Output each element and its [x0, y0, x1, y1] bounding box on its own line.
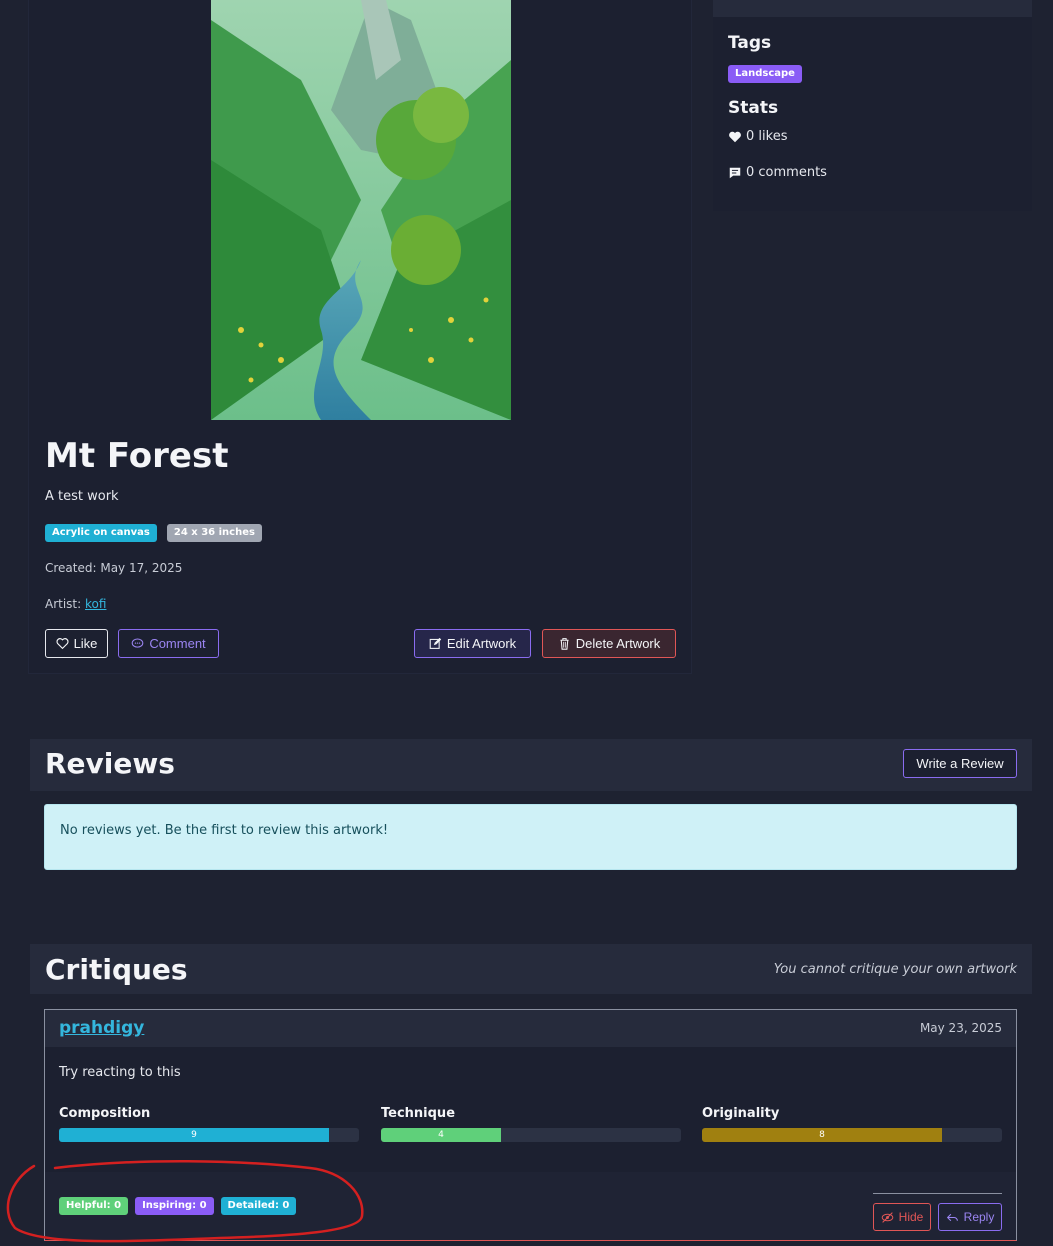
- score-bar: 4: [381, 1128, 681, 1142]
- artwork-image[interactable]: [211, 0, 511, 420]
- edit-label: Edit Artwork: [446, 636, 517, 651]
- eye-slash-icon: [881, 1211, 893, 1223]
- reviews-heading: Reviews: [45, 747, 175, 780]
- edit-artwork-button[interactable]: Edit Artwork: [414, 629, 531, 658]
- artwork-badges: Acrylic on canvas 24 x 36 inches: [45, 524, 262, 542]
- critique-author-link[interactable]: prahdigy: [59, 1018, 144, 1038]
- delete-label: Delete Artwork: [575, 636, 661, 651]
- hide-button[interactable]: Hide: [873, 1203, 931, 1231]
- artist-link[interactable]: kofi: [85, 597, 106, 611]
- sidebar-card: Tags Landscape Stats 0 likes 0 comments: [713, 17, 1032, 211]
- chat-bubble-icon: [132, 638, 144, 648]
- comment-label: Comment: [149, 636, 206, 651]
- likes-count: 0 likes: [746, 129, 788, 144]
- reply-button[interactable]: Reply: [938, 1203, 1002, 1231]
- score-bar: 8: [702, 1128, 1002, 1142]
- created-date: Created: May 17, 2025: [45, 561, 183, 575]
- critique-card: prahdigy May 23, 2025 Try reacting to th…: [44, 1009, 1017, 1241]
- likes-stat: 0 likes: [728, 129, 787, 144]
- score-originality: Originality 8: [702, 1106, 1002, 1142]
- critiques-heading: Critiques: [45, 953, 188, 986]
- tags-heading: Tags: [728, 33, 772, 53]
- trash-icon: [560, 638, 569, 650]
- reaction-badges: Helpful: 0 Inspiring: 0 Detailed: 0: [59, 1197, 297, 1215]
- score-composition: Composition 9: [59, 1106, 359, 1142]
- comment-icon: [729, 167, 741, 178]
- size-badge: 24 x 36 inches: [166, 524, 262, 542]
- sidebar-header-strip: [713, 0, 1032, 17]
- heart-outline-icon: [56, 638, 69, 650]
- delete-artwork-button[interactable]: Delete Artwork: [542, 629, 676, 658]
- artwork-description: A test work: [45, 489, 119, 504]
- artist-line: Artist: kofi: [45, 597, 106, 611]
- artwork-title: Mt Forest: [45, 436, 229, 476]
- pencil-square-icon: [429, 637, 441, 649]
- like-button[interactable]: Like: [45, 629, 108, 658]
- comments-count: 0 comments: [746, 165, 827, 180]
- comment-button[interactable]: Comment: [118, 629, 219, 658]
- artwork-card: Mt Forest A test work Acrylic on canvas …: [28, 0, 692, 674]
- footer-divider: [873, 1193, 1002, 1194]
- like-label: Like: [73, 636, 98, 651]
- artist-label: Artist:: [45, 597, 82, 611]
- score-technique: Technique 4: [381, 1106, 681, 1142]
- helpful-reaction[interactable]: Helpful: 0: [59, 1197, 129, 1215]
- hide-label: Hide: [898, 1210, 924, 1224]
- score-label: Composition: [59, 1106, 151, 1121]
- critique-header: prahdigy May 23, 2025: [45, 1010, 1016, 1047]
- score-label: Technique: [381, 1106, 456, 1121]
- critique-text: Try reacting to this: [59, 1065, 181, 1080]
- reply-arrow-icon: [946, 1213, 958, 1221]
- score-bar: 9: [59, 1128, 359, 1142]
- no-reviews-alert: No reviews yet. Be the first to review t…: [44, 804, 1017, 870]
- critique-date: May 23, 2025: [919, 1021, 1002, 1035]
- stats-heading: Stats: [728, 98, 779, 118]
- critique-footer: Helpful: 0 Inspiring: 0 Detailed: 0 Hide…: [45, 1172, 1016, 1240]
- critiques-header: Critiques You cannot critique your own a…: [30, 944, 1032, 994]
- mountain-forest-painting: [211, 0, 511, 420]
- score-bar-fill: 4: [381, 1128, 501, 1142]
- reviews-header: Reviews Write a Review: [30, 739, 1032, 791]
- write-review-button[interactable]: Write a Review: [903, 749, 1017, 778]
- detailed-reaction[interactable]: Detailed: 0: [220, 1197, 297, 1215]
- critique-restriction-note: You cannot critique your own artwork: [773, 962, 1017, 977]
- tag-badge[interactable]: Landscape: [728, 65, 802, 83]
- reply-label: Reply: [963, 1210, 995, 1224]
- inspiring-reaction[interactable]: Inspiring: 0: [135, 1197, 214, 1215]
- heart-icon: [729, 131, 741, 142]
- score-bar-fill: 9: [59, 1128, 329, 1142]
- score-bar-fill: 8: [702, 1128, 942, 1142]
- score-label: Originality: [702, 1106, 780, 1121]
- medium-badge: Acrylic on canvas: [45, 524, 157, 542]
- comments-stat: 0 comments: [728, 165, 827, 180]
